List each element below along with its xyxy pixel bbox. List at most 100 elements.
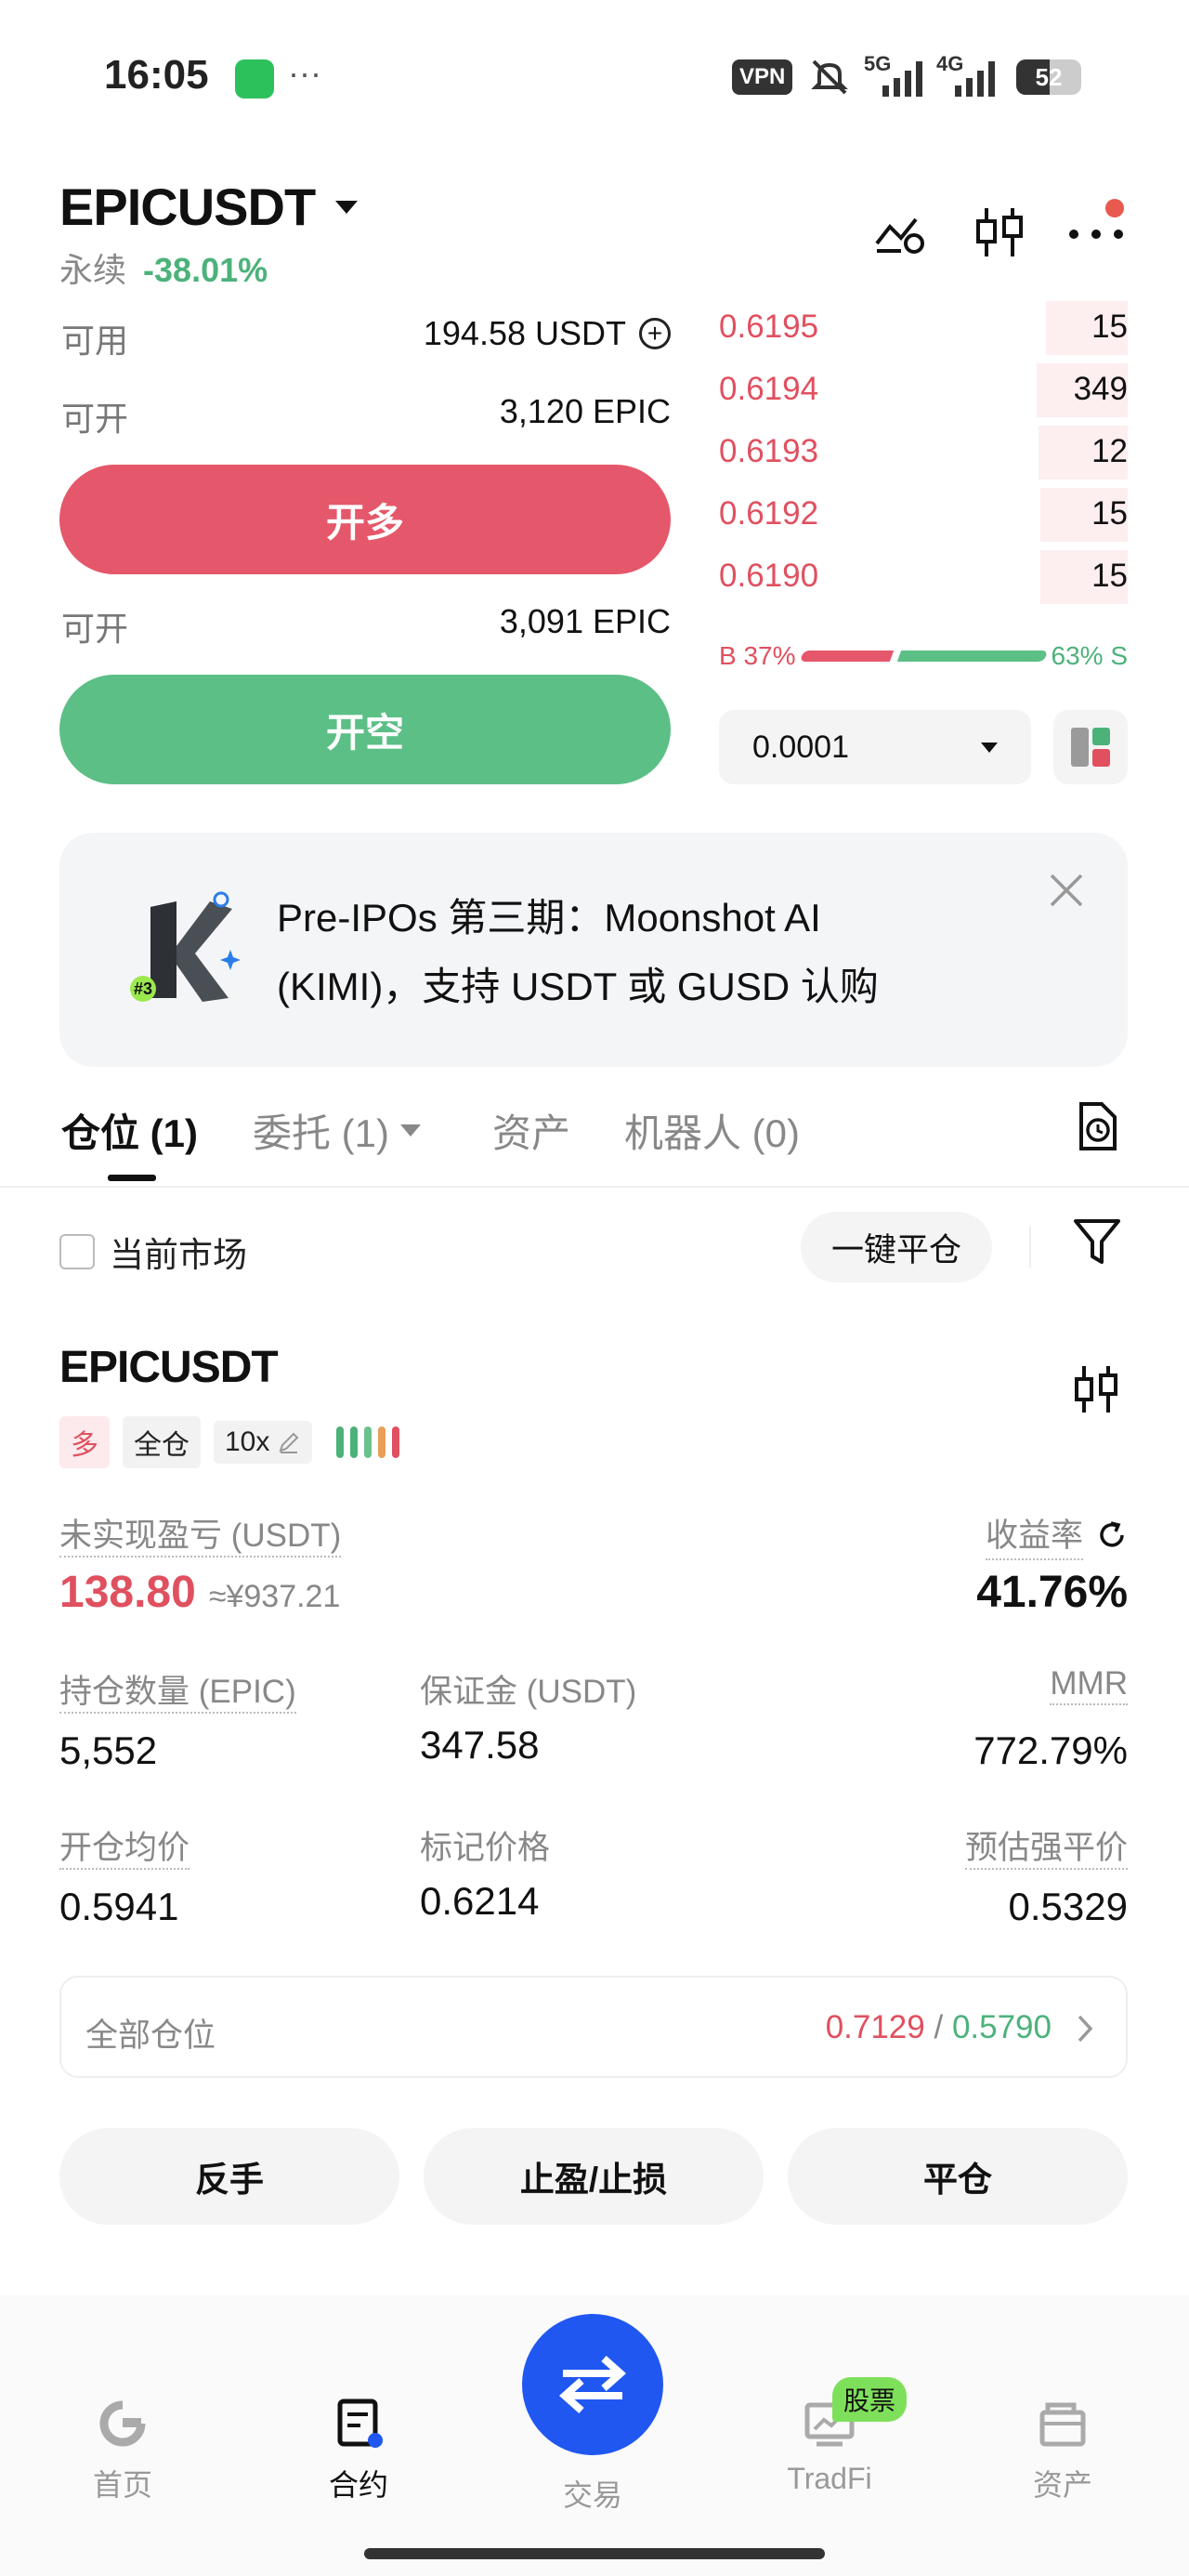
nav-futures[interactable]: 合约 <box>294 2398 424 2504</box>
ratio-bar <box>799 651 1048 662</box>
ask-price: 0.6193 <box>719 433 819 469</box>
mute-icon <box>808 56 851 99</box>
roe-label-row[interactable]: 收益率 <box>985 1509 1128 1560</box>
price-alert-icon[interactable] <box>873 206 927 260</box>
close-position-button[interactable]: 平仓 <box>788 2128 1128 2225</box>
chevron-down-icon <box>335 200 359 214</box>
filter-icon[interactable] <box>1072 1216 1122 1268</box>
home-icon <box>99 2400 146 2447</box>
liq-price-value: 0.5329 <box>1008 1885 1128 1928</box>
close-icon[interactable] <box>1048 872 1085 909</box>
tab-bots-label: 机器人 (0) <box>624 1111 801 1155</box>
nav-home[interactable]: 首页 <box>58 2398 188 2504</box>
orderbook-row[interactable]: 0.6195 15 <box>719 297 1128 360</box>
nav-futures-label: 合约 <box>328 2468 388 2502</box>
side-badge: 多 <box>59 1416 110 1468</box>
reverse-button[interactable]: 反手 <box>59 2128 399 2225</box>
ask-qty: 15 <box>1091 558 1128 594</box>
signal-5g-icon <box>881 59 925 97</box>
battery-icon: 52 <box>1016 59 1081 95</box>
leverage-badge[interactable]: 10x <box>214 1421 313 1464</box>
unrealized-pnl: 138.80 ≈¥937.21 <box>59 1567 340 1618</box>
mark-price-label: 标记价格 <box>420 1830 551 1866</box>
edit-icon <box>279 1432 299 1453</box>
wallet-icon <box>1039 2402 1086 2447</box>
more-menu-icon[interactable] <box>1066 219 1128 247</box>
orderbook-row[interactable]: 0.6193 12 <box>719 422 1128 484</box>
mmr-value: 772.79% <box>973 1728 1128 1772</box>
open-short-label: 可开 <box>61 610 129 648</box>
current-market-filter[interactable]: 当前市场 <box>59 1227 247 1277</box>
position-chart-icon[interactable] <box>1072 1362 1120 1416</box>
buy-ratio: B 37% <box>719 641 796 670</box>
open-short-button[interactable]: 开空 <box>59 675 671 784</box>
home-indicator <box>364 2548 825 2559</box>
nav-trade-label: 交易 <box>562 2478 622 2512</box>
tab-orders-label: 委托 (1) <box>253 1111 390 1155</box>
tab-active-indicator <box>108 1175 156 1181</box>
position-tags: 多 全仓 10x <box>59 1416 400 1468</box>
orderbook-row[interactable]: 0.6190 15 <box>719 546 1128 609</box>
all-positions-label: 全部仓位 <box>85 2017 216 2054</box>
divider <box>1029 1227 1031 1268</box>
open-short-button-label: 开空 <box>325 710 404 755</box>
available-row: 194.58 USDT + <box>424 314 671 353</box>
close-all-label: 一键平仓 <box>830 1231 961 1268</box>
buy-ratio-bar <box>799 651 894 662</box>
refresh-icon <box>1100 1520 1124 1547</box>
ask-price: 0.6192 <box>719 495 819 532</box>
open-long-button[interactable]: 开多 <box>59 465 671 574</box>
open-long-button-label: 开多 <box>325 500 404 545</box>
add-funds-icon[interactable]: + <box>639 318 671 349</box>
trade-center-button[interactable] <box>522 2314 663 2455</box>
tp-sl-button[interactable]: 止盈/止损 <box>424 2128 764 2225</box>
current-market-label: 当前市场 <box>110 1236 247 1274</box>
candlestick-chart-icon[interactable] <box>973 204 1026 260</box>
tab-assets[interactable]: 资产 <box>492 1102 570 1159</box>
checkbox[interactable] <box>59 1234 95 1269</box>
precision-select[interactable]: 0.0001 <box>719 710 1031 784</box>
open-long-value: 3,120 EPIC <box>499 392 671 430</box>
nav-trade[interactable]: 交易 <box>522 2314 663 2515</box>
ask-qty: 15 <box>1091 495 1128 532</box>
available-label: 可用 <box>61 322 129 360</box>
promo-banner[interactable]: #3 Pre-IPOs 第三期：Moonshot AI (KIMI)，支持 US… <box>59 833 1128 1067</box>
available-value: 194.58 USDT <box>423 314 626 352</box>
symbol-title: EPICUSDT <box>59 177 316 236</box>
margin-value: 347.58 <box>420 1723 540 1767</box>
position-symbol[interactable]: EPICUSDT <box>59 1342 279 1393</box>
vpn-badge: VPN <box>732 59 793 95</box>
contract-icon <box>337 2399 383 2448</box>
all-low: 0.5790 <box>951 2009 1052 2045</box>
mmr-label: MMR <box>1050 1665 1128 1705</box>
unrealized-pnl-cny: ≈¥937.21 <box>208 1579 341 1614</box>
orderbook-row[interactable]: 0.6194 349 <box>719 360 1128 422</box>
status-time: 16:05 <box>104 52 209 98</box>
symbol-selector[interactable]: EPICUSDT <box>59 177 359 237</box>
liq-price-label: 预估强平价 <box>964 1821 1128 1870</box>
close-all-button[interactable]: 一键平仓 <box>801 1212 992 1282</box>
tab-bots[interactable]: 机器人 (0) <box>624 1102 800 1159</box>
tab-orders[interactable]: 委托 (1) <box>253 1102 422 1159</box>
open-long-label: 可开 <box>61 400 129 438</box>
tab-positions[interactable]: 仓位 (1) <box>61 1102 198 1159</box>
orderbook-layout-button[interactable] <box>1053 710 1128 784</box>
unrealized-pnl-value: 138.80 <box>59 1568 196 1617</box>
leverage-value: 10x <box>225 1426 270 1457</box>
chevron-down-icon <box>400 1124 422 1137</box>
nav-assets[interactable]: 资产 <box>998 2398 1128 2504</box>
all-positions-row[interactable]: 全部仓位 0.7129 / 0.5790 <box>59 1976 1128 2078</box>
tp-sl-button-label: 止盈/止损 <box>519 2161 668 2199</box>
margin-mode-badge: 全仓 <box>123 1416 201 1468</box>
history-icon[interactable] <box>1074 1100 1120 1152</box>
swap-icon <box>558 2356 627 2413</box>
bottom-nav: 首页 合约 交易 TradFi 股票 资产 <box>0 2295 1189 2576</box>
unrealized-pnl-label: 未实现盈亏 (USDT) <box>59 1509 342 1557</box>
orderbook-row[interactable]: 0.6192 15 <box>719 484 1128 546</box>
tab-positions-label: 仓位 (1) <box>61 1111 199 1155</box>
banner-title-line2: (KIMI)，支持 USDT 或 GUSD 认购 <box>277 965 879 1008</box>
sell-ratio: 63% S <box>1051 641 1129 670</box>
mark-price-value: 0.6214 <box>420 1879 540 1923</box>
wechat-icon <box>235 59 274 99</box>
ask-price: 0.6195 <box>719 309 819 345</box>
